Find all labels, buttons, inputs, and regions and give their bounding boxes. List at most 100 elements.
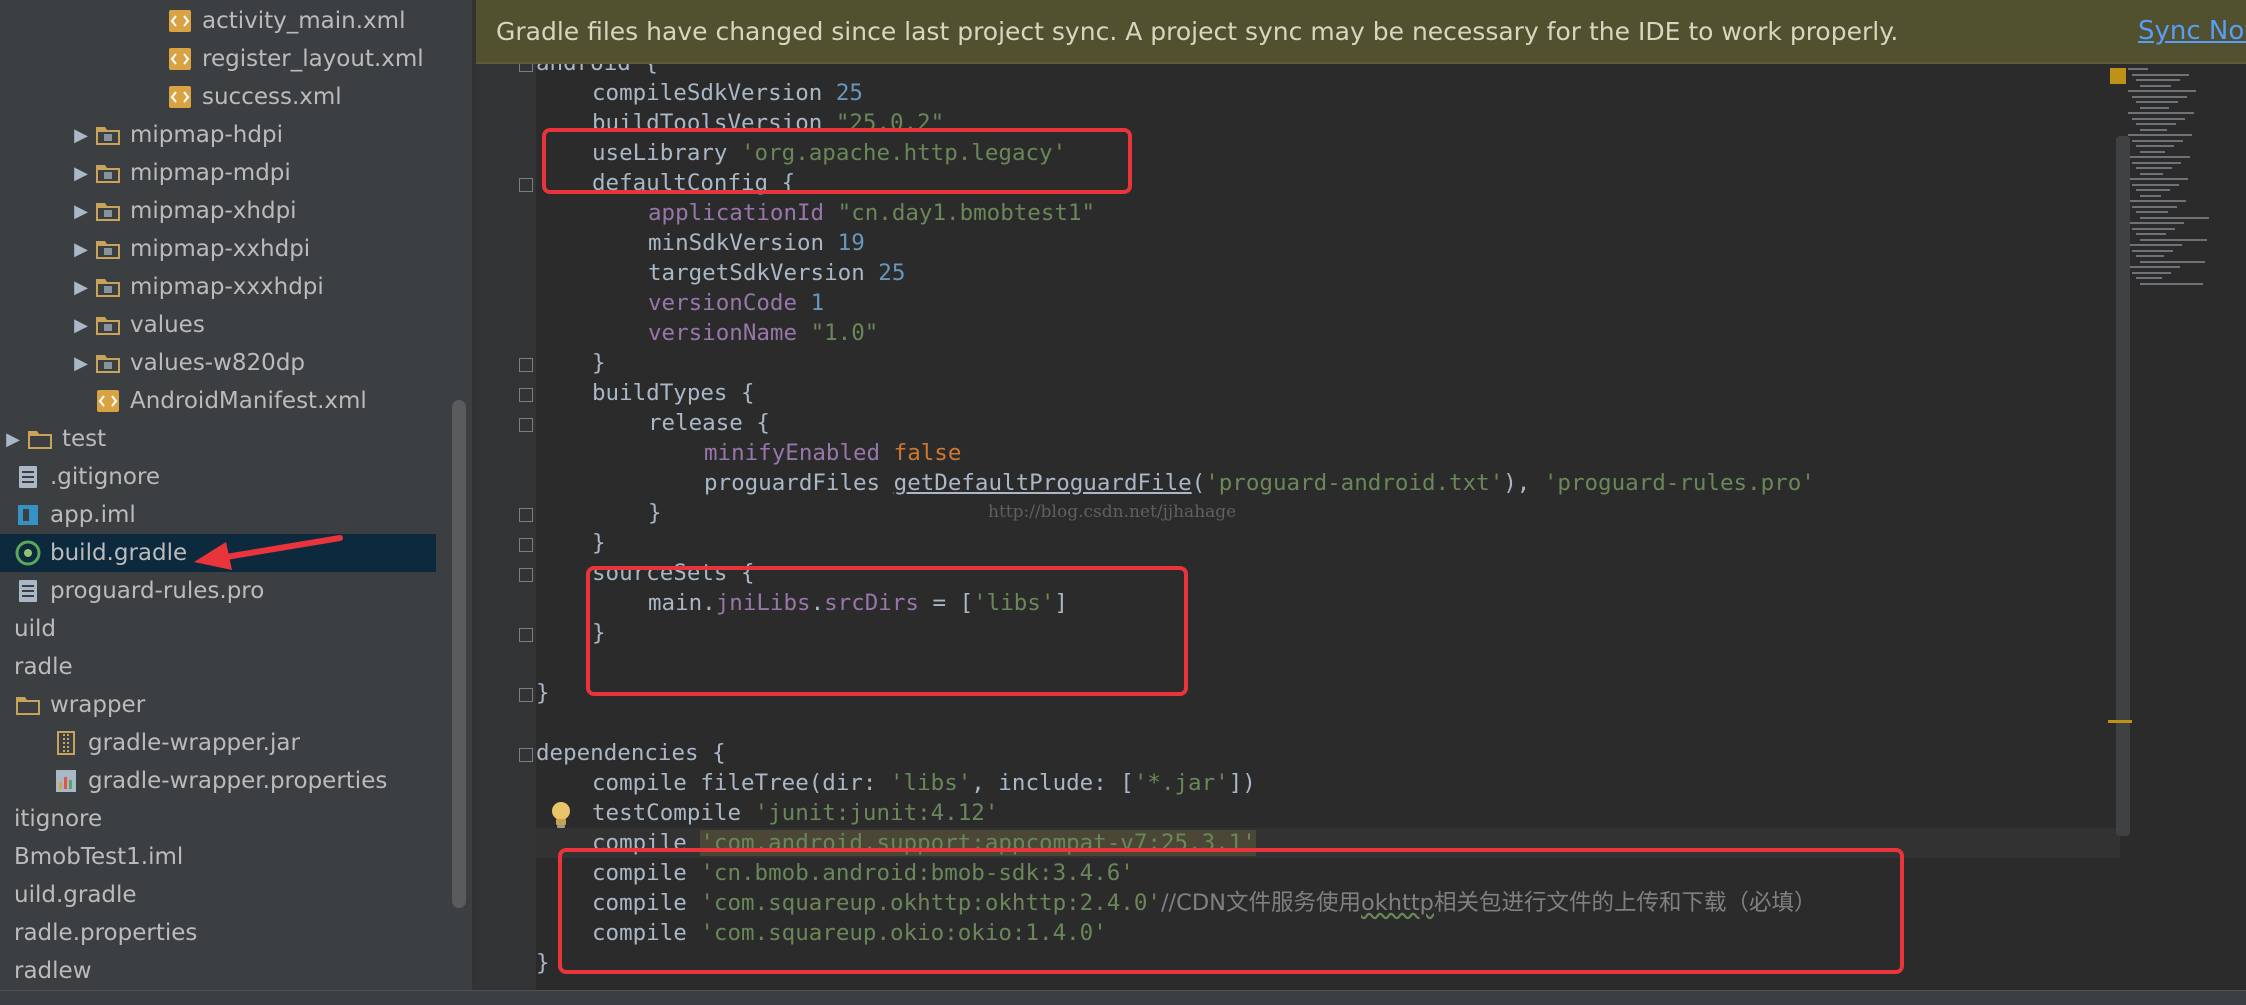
lightbulb-icon[interactable] [548,800,574,830]
manifest-file-icon [94,387,122,415]
tree-item[interactable]: ▶ mipmap-xhdpi [0,192,448,230]
tree-item[interactable]: ▶wrapper [0,686,436,724]
code-line[interactable]: android { [536,64,658,78]
code-line[interactable]: } [536,678,550,708]
tree-item-label: AndroidManifest.xml [130,388,367,414]
code-line[interactable]: versionName "1.0" [536,318,878,348]
tree-item[interactable]: ▶BmobTest1.iml [0,838,436,876]
code-line[interactable]: dependencies { [536,738,726,768]
fold-marker-icon[interactable] [519,64,533,72]
tree-item-label: mipmap-hdpi [130,122,283,148]
fold-marker-icon[interactable] [519,178,533,192]
fold-marker-icon[interactable] [519,748,533,762]
annotation-box-dependencies [558,848,1904,974]
minimap-line [2140,106,2169,109]
minimap-line [2128,134,2192,136]
fold-marker-icon[interactable] [519,508,533,522]
editor-scrollbar[interactable] [2116,136,2130,836]
code-token: minifyEnabled [704,440,894,466]
fold-marker-icon[interactable] [519,418,533,432]
minimap-line [2140,172,2163,175]
fold-marker-icon[interactable] [519,628,533,642]
expand-arrow-icon[interactable]: ▶ [68,125,94,146]
tree-item-label: success.xml [202,84,342,110]
tree-item[interactable]: ▶ values-w820dp [0,344,448,382]
code-line[interactable]: } [536,348,606,378]
code-token: proguardFiles [704,470,894,496]
tree-item[interactable]: ▶itignore [0,800,436,838]
code-line[interactable]: versionCode 1 [536,288,824,318]
code-token: testCompile [592,800,755,826]
expand-arrow-icon[interactable]: ▶ [68,353,94,374]
tree-item[interactable]: ▶AndroidManifest.xml [0,382,448,420]
code-token: false [893,440,962,466]
sync-now-link[interactable]: Sync Now [2138,16,2246,46]
resource-folder-icon [94,121,122,149]
code-token: "1.0" [810,320,879,346]
code-token: 'proguard-android.txt' [1205,470,1504,496]
fold-marker-icon[interactable] [519,688,533,702]
expand-arrow-icon[interactable]: ▶ [68,239,94,260]
resource-folder-icon [94,197,122,225]
tree-item[interactable]: ▶radle [0,648,436,686]
tree-item[interactable]: ▶ mipmap-mdpi [0,154,448,192]
error-stripe-marker[interactable] [2108,720,2132,723]
tree-item[interactable]: ▶register_layout.xml [0,40,448,78]
code-token: minSdkVersion [648,230,838,256]
tree-item[interactable]: ▶ mipmap-xxhdpi [0,230,448,268]
minimap-line [2136,255,2164,257]
code-line[interactable]: minifyEnabled false [536,438,961,468]
code-line[interactable]: minSdkVersion 19 [536,228,865,258]
code-line[interactable]: compileSdkVersion 25 [536,78,863,108]
tree-item[interactable]: ▶ mipmap-hdpi [0,116,448,154]
tree-item[interactable]: ▶uild.gradle [0,876,436,914]
tree-item[interactable]: ▶.gitignore [0,458,436,496]
code-line[interactable]: buildTypes { [536,378,755,408]
tree-item[interactable]: ▶ test [0,420,448,458]
tree-item[interactable]: ▶activity_main.xml [0,2,448,40]
tree-item-label: test [62,426,107,452]
code-token: 19 [837,230,865,256]
code-line[interactable]: } [536,528,606,558]
code-line[interactable]: compile fileTree(dir: 'libs', include: [… [536,768,1256,798]
code-line[interactable]: proguardFiles getDefaultProguardFile('pr… [536,468,1815,498]
fold-marker-icon[interactable] [519,568,533,582]
minimap-line [2128,112,2194,114]
tree-item[interactable]: ▶ values [0,306,448,344]
warning-marker-icon[interactable] [2110,68,2126,84]
tree-item[interactable]: ▶success.xml [0,78,448,116]
tree-item[interactable]: ▶gradle-wrapper.properties [0,762,448,800]
minimap-line [2132,117,2185,120]
sidebar-scrollbar[interactable] [452,400,466,908]
minimap-line [2136,233,2166,235]
minimap-line [2140,84,2171,87]
tree-item[interactable]: ▶gradle-wrapper.jar [0,724,448,762]
tree-item[interactable]: ▶uild [0,610,436,648]
code-line[interactable]: } [536,498,662,528]
minimap[interactable] [2120,64,2226,990]
tree-item[interactable]: ▶ mipmap-xxxhdpi [0,268,448,306]
tree-item[interactable]: ▶radle.properties [0,914,436,952]
tree-item[interactable]: ▶radlew [0,952,436,990]
code-line[interactable]: targetSdkVersion 25 [536,258,905,288]
expand-arrow-icon[interactable]: ▶ [68,201,94,222]
xml-file-icon [166,7,194,35]
fold-marker-icon[interactable] [519,538,533,552]
expand-arrow-icon[interactable]: ▶ [68,163,94,184]
code-line[interactable]: testCompile 'junit:junit:4.12' [536,798,998,828]
code-line[interactable]: } [536,948,550,978]
expand-arrow-icon[interactable]: ▶ [68,277,94,298]
tree-item-label: radlew [14,958,92,984]
fold-marker-icon[interactable] [519,388,533,402]
minimap-line [2140,260,2205,263]
code-line[interactable]: release { [536,408,770,438]
minimap-line [2140,150,2165,153]
tree-item[interactable]: ▶proguard-rules.pro [0,572,436,610]
code-token: ( [1191,470,1206,496]
fold-marker-icon[interactable] [519,358,533,372]
expand-arrow-icon[interactable]: ▶ [68,315,94,336]
expand-arrow-icon[interactable]: ▶ [0,429,26,450]
tree-item-label: radle.properties [14,920,198,946]
code-line[interactable]: applicationId "cn.day1.bmobtest1" [536,198,1095,228]
minimap-line [2132,249,2173,252]
